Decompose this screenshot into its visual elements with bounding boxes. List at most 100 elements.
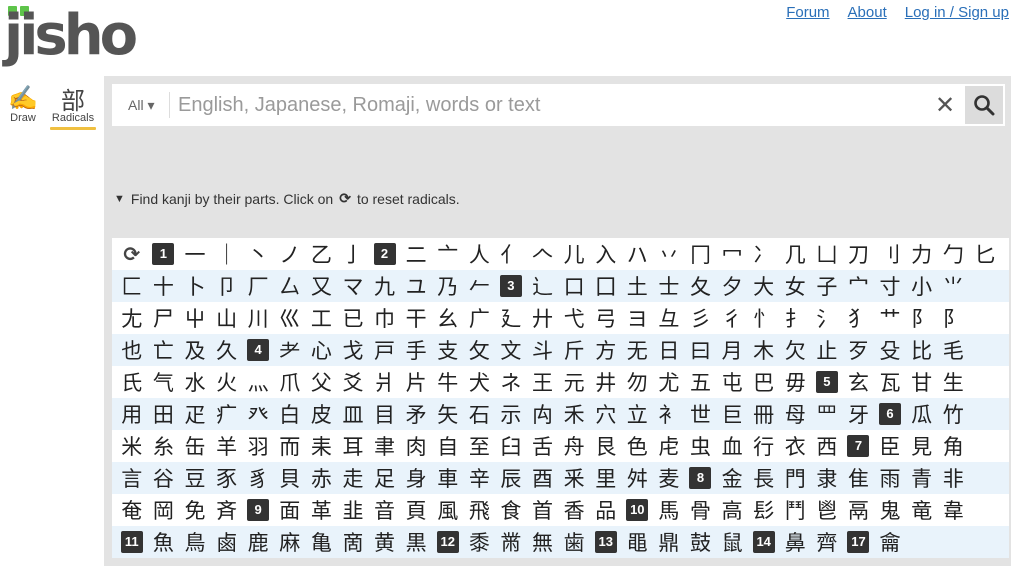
radical-cell[interactable]: 疋 xyxy=(179,398,211,430)
radical-cell[interactable]: 衣 xyxy=(779,430,811,462)
search-button[interactable] xyxy=(965,86,1003,124)
radical-cell[interactable]: 灬 xyxy=(242,366,274,398)
radical-cell[interactable]: 冊 xyxy=(748,398,780,430)
radical-cell[interactable]: 豆 xyxy=(179,462,211,494)
radical-cell[interactable]: 走 xyxy=(337,462,369,494)
radical-cell[interactable]: 彡 xyxy=(685,302,717,334)
radical-cell[interactable]: 麻 xyxy=(274,526,306,558)
radical-cell[interactable]: 丶 xyxy=(242,238,274,270)
radical-cell[interactable]: 香 xyxy=(558,494,590,526)
radical-cell[interactable]: 川 xyxy=(242,302,274,334)
radical-cell[interactable]: 王 xyxy=(527,366,559,398)
radical-cell[interactable]: 赤 xyxy=(306,462,338,494)
radical-cell[interactable]: 一 xyxy=(179,238,211,270)
clear-button[interactable]: ✕ xyxy=(925,84,965,126)
radical-cell[interactable]: 隹 xyxy=(843,462,875,494)
radical-cell[interactable]: 艹 xyxy=(874,302,906,334)
radical-cell[interactable]: 歹 xyxy=(843,334,875,366)
radical-cell[interactable]: 皮 xyxy=(306,398,338,430)
radical-cell[interactable]: 麦 xyxy=(653,462,685,494)
radical-cell[interactable]: 山 xyxy=(211,302,243,334)
radical-cell[interactable]: 戸 xyxy=(369,334,401,366)
radical-cell[interactable]: 工 xyxy=(306,302,338,334)
radical-cell[interactable]: 奄 xyxy=(116,494,148,526)
radical-cell[interactable]: 尤 xyxy=(653,366,685,398)
draw-button[interactable]: ✍ Draw xyxy=(4,84,42,130)
radical-cell[interactable]: 行 xyxy=(748,430,780,462)
radical-cell[interactable]: 聿 xyxy=(369,430,401,462)
radical-cell[interactable]: ユ xyxy=(400,270,432,302)
radical-cell[interactable]: 黹 xyxy=(495,526,527,558)
radical-cell[interactable]: 勿 xyxy=(622,366,654,398)
radical-cell[interactable]: 井 xyxy=(590,366,622,398)
radical-cell[interactable]: 二 xyxy=(400,238,432,270)
radical-cell[interactable]: 色 xyxy=(622,430,654,462)
radical-cell[interactable]: 攵 xyxy=(464,334,496,366)
radical-cell[interactable]: 阝 xyxy=(906,302,938,334)
radical-cell[interactable]: 無 xyxy=(527,526,559,558)
radical-cell[interactable]: 弓 xyxy=(590,302,622,334)
about-link[interactable]: About xyxy=(848,4,887,21)
radical-cell[interactable]: 亠 xyxy=(432,238,464,270)
radical-cell[interactable]: 囗 xyxy=(590,270,622,302)
radical-cell[interactable]: 黒 xyxy=(400,526,432,558)
radical-cell[interactable]: 疒 xyxy=(211,398,243,430)
radical-cell[interactable]: 竜 xyxy=(906,494,938,526)
radical-cell[interactable]: 缶 xyxy=(179,430,211,462)
radical-cell[interactable]: 里 xyxy=(590,462,622,494)
radical-cell[interactable]: 韭 xyxy=(337,494,369,526)
radical-cell[interactable]: 片 xyxy=(400,366,432,398)
radical-cell[interactable]: 已 xyxy=(337,302,369,334)
radical-cell[interactable]: 虫 xyxy=(685,430,717,462)
radical-cell[interactable]: 高 xyxy=(716,494,748,526)
radical-cell[interactable]: 舟 xyxy=(558,430,590,462)
radical-cell[interactable]: 丷 xyxy=(653,238,685,270)
radical-cell[interactable]: 車 xyxy=(432,462,464,494)
radical-cell[interactable]: 肉 xyxy=(400,430,432,462)
radical-cell[interactable]: 魚 xyxy=(148,526,180,558)
radical-cell[interactable]: 鬯 xyxy=(811,494,843,526)
radical-cell[interactable]: 支 xyxy=(432,334,464,366)
radical-cell[interactable]: ネ xyxy=(495,366,527,398)
radical-cell[interactable]: 木 xyxy=(748,334,780,366)
radical-cell[interactable]: 及 xyxy=(179,334,211,366)
radical-cell[interactable]: 匚 xyxy=(116,270,148,302)
radical-cell[interactable]: 門 xyxy=(779,462,811,494)
radical-cell[interactable]: 免 xyxy=(179,494,211,526)
radical-cell[interactable]: 亡 xyxy=(148,334,180,366)
radical-cell[interactable]: 乃 xyxy=(432,270,464,302)
radical-cell[interactable]: 癶 xyxy=(242,398,274,430)
radical-cell[interactable]: 彳 xyxy=(716,302,748,334)
radical-cell[interactable]: 厂 xyxy=(242,270,274,302)
radical-cell[interactable]: 足 xyxy=(369,462,401,494)
radical-cell[interactable]: 首 xyxy=(527,494,559,526)
radical-cell[interactable]: 耂 xyxy=(274,334,306,366)
radical-cell[interactable]: 羊 xyxy=(211,430,243,462)
radical-cell[interactable]: 儿 xyxy=(558,238,590,270)
radical-cell[interactable]: 方 xyxy=(590,334,622,366)
radicals-button[interactable]: 部 Radicals xyxy=(50,84,96,130)
radical-cell[interactable]: 禸 xyxy=(527,398,559,430)
radical-cell[interactable]: 亅 xyxy=(337,238,369,270)
radical-cell[interactable]: 士 xyxy=(653,270,685,302)
radical-cell[interactable]: 刂 xyxy=(874,238,906,270)
radical-cell[interactable]: 世 xyxy=(685,398,717,430)
radical-cell[interactable]: 欠 xyxy=(779,334,811,366)
radical-cell[interactable]: 雨 xyxy=(874,462,906,494)
radical-cell[interactable]: 黄 xyxy=(369,526,401,558)
search-input[interactable] xyxy=(170,85,925,125)
radical-cell[interactable]: 广 xyxy=(464,302,496,334)
radical-cell[interactable]: 凵 xyxy=(811,238,843,270)
radical-cell[interactable]: 幺 xyxy=(432,302,464,334)
radical-cell[interactable]: 斗 xyxy=(527,334,559,366)
radical-cell[interactable]: 至 xyxy=(464,430,496,462)
radical-cell[interactable]: 立 xyxy=(622,398,654,430)
radical-cell[interactable]: 火 xyxy=(211,366,243,398)
radical-cell[interactable]: 禾 xyxy=(558,398,590,430)
radical-cell[interactable]: 爪 xyxy=(274,366,306,398)
radical-cell[interactable]: 玄 xyxy=(843,366,875,398)
radical-cell[interactable]: 厶 xyxy=(274,270,306,302)
radical-cell[interactable]: 身 xyxy=(400,462,432,494)
radical-cell[interactable]: 十 xyxy=(148,270,180,302)
radical-cell[interactable]: ノ xyxy=(274,238,306,270)
